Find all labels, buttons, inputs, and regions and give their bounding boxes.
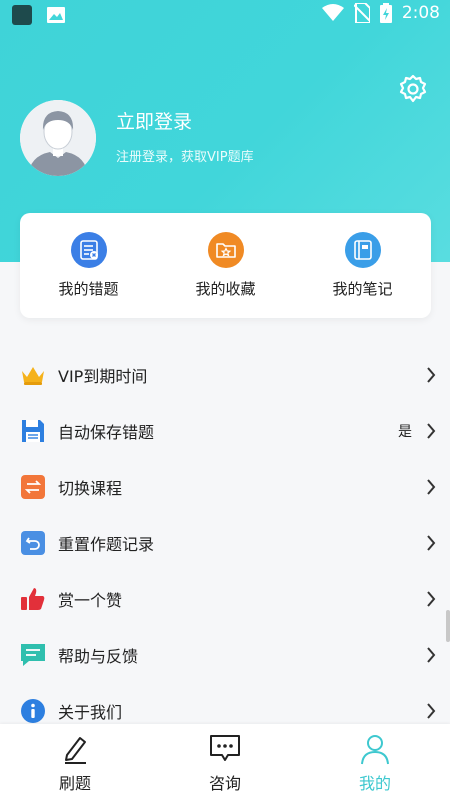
scrollbar[interactable] <box>446 610 450 642</box>
auto-save-value: 是 <box>398 424 412 440</box>
feedback-icon <box>20 642 46 668</box>
login-link[interactable]: 立即登录 <box>116 107 192 134</box>
quick-actions-card: 我的错题 我的收藏 我的笔记 <box>20 213 431 318</box>
wifi-icon <box>321 4 344 21</box>
tab-practice[interactable]: 刷题 <box>0 724 150 800</box>
quick-action-label: 我的收藏 <box>195 280 256 298</box>
chevron-right-icon <box>427 479 436 495</box>
menu-item-label: VIP到期时间 <box>58 367 148 386</box>
crown-icon <box>20 362 46 388</box>
pencil-icon <box>65 737 86 764</box>
login-subtitle: 注册登录，获取VIP题库 <box>116 150 254 165</box>
user-icon <box>361 735 389 765</box>
menu-item-label: 切换课程 <box>58 479 123 498</box>
chat-icon <box>210 735 240 761</box>
menu-item-vip-expiry[interactable]: VIP到期时间 <box>0 347 450 403</box>
tab-mine[interactable]: 我的 <box>300 724 450 800</box>
user-avatar[interactable] <box>20 100 96 176</box>
image-notification-icon <box>47 7 65 23</box>
menu-item-give-like[interactable]: 赏一个赞 <box>0 571 450 627</box>
app-notification-icon <box>12 5 32 25</box>
settings-menu: VIP到期时间 自动保存错题 是 切换课程 重置作题记录 赏一个赞 帮助与反馈 … <box>0 347 450 739</box>
menu-item-label: 帮助与反馈 <box>58 647 139 666</box>
info-icon <box>20 698 46 724</box>
tab-label: 咨询 <box>208 774 241 793</box>
menu-item-label: 关于我们 <box>58 703 123 722</box>
save-icon <box>20 418 46 444</box>
notebook-icon <box>344 232 381 268</box>
menu-item-label: 自动保存错题 <box>58 423 155 442</box>
chevron-right-icon <box>427 423 436 439</box>
menu-item-reset-records[interactable]: 重置作题记录 <box>0 515 450 571</box>
menu-item-label: 赏一个赞 <box>58 591 123 610</box>
quick-action-label: 我的笔记 <box>332 280 393 298</box>
tab-consult[interactable]: 咨询 <box>150 724 300 800</box>
chevron-right-icon <box>427 367 436 383</box>
menu-item-auto-save-wrong[interactable]: 自动保存错题 是 <box>0 403 450 459</box>
quick-action-wrong-questions[interactable]: 我的错题 <box>29 232 149 299</box>
quick-action-favorites[interactable]: 我的收藏 <box>166 232 286 299</box>
chevron-right-icon <box>427 647 436 663</box>
switch-icon <box>20 474 46 500</box>
settings-gear-icon[interactable] <box>398 74 428 104</box>
default-avatar-icon <box>20 100 96 176</box>
menu-item-switch-course[interactable]: 切换课程 <box>0 459 450 515</box>
quick-action-label: 我的错题 <box>58 280 119 298</box>
chevron-right-icon <box>427 703 436 719</box>
wrong-questions-icon <box>70 232 107 268</box>
no-sim-icon <box>353 3 370 23</box>
chevron-right-icon <box>427 591 436 607</box>
thumbs-up-icon <box>20 586 46 612</box>
battery-icon <box>379 3 392 23</box>
tab-label: 刷题 <box>58 774 91 793</box>
menu-item-help-feedback[interactable]: 帮助与反馈 <box>0 627 450 683</box>
status-bar: 2:08 <box>0 0 450 30</box>
quick-action-notes[interactable]: 我的笔记 <box>303 232 423 299</box>
menu-item-label: 重置作题记录 <box>58 535 155 554</box>
status-time: 2:08 <box>401 3 440 23</box>
reset-icon <box>20 530 46 556</box>
favorites-folder-icon <box>207 232 244 268</box>
chevron-right-icon <box>427 535 436 551</box>
bottom-tab-bar: 刷题 咨询 我的 <box>0 724 450 800</box>
tab-label: 我的 <box>358 774 391 793</box>
